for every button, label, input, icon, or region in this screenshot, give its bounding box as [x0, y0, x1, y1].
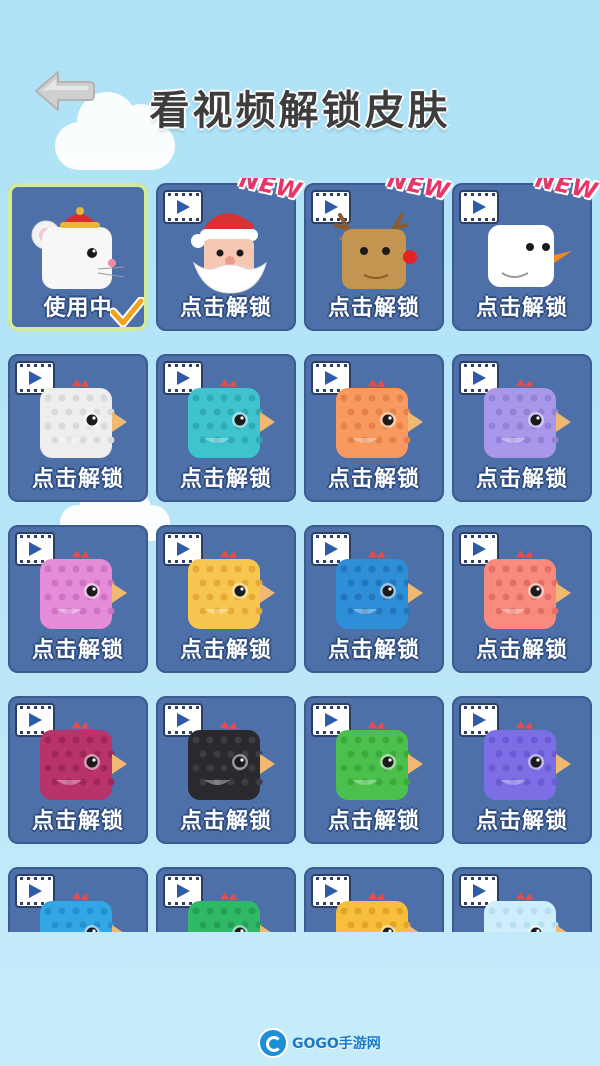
- unlock-label: 点击解锁: [31, 809, 124, 834]
- skin-preview-ice: [472, 889, 572, 932]
- skin-preview-teal: [176, 376, 276, 466]
- skin-preview-crimson: [28, 718, 128, 808]
- unlock-label: 点击解锁: [179, 809, 272, 834]
- new-badge: NEW: [236, 178, 305, 206]
- gogo-logo-icon: [258, 1028, 288, 1058]
- unlock-label: 点击解锁: [179, 296, 272, 321]
- skin-preview-blue: [324, 547, 424, 637]
- skin-grid: 使用中 点击解锁 NEW 点击解锁 NEW 点击解锁 NEW 点击解锁 点击解锁 点击解锁 点击解锁…: [8, 178, 600, 932]
- skin-preview-orange: [324, 376, 424, 466]
- checkmark-icon: [108, 296, 146, 328]
- unlock-label: 点击解锁: [31, 467, 124, 492]
- skin-card-salmon[interactable]: 点击解锁: [452, 525, 592, 673]
- skin-card-honey[interactable]: 点击解锁: [304, 867, 444, 932]
- skin-card-ice[interactable]: 点击解锁: [452, 867, 592, 932]
- unlock-label: 点击解锁: [475, 638, 568, 663]
- unlock-label: 点击解锁: [327, 809, 420, 834]
- skin-card-pink[interactable]: 点击解锁: [8, 525, 148, 673]
- skin-card-teal[interactable]: 点击解锁: [156, 354, 296, 502]
- unlock-label: 点击解锁: [475, 467, 568, 492]
- unlock-label: 点击解锁: [179, 638, 272, 663]
- skin-preview-black: [176, 718, 276, 808]
- skin-preview-honey: [324, 889, 424, 932]
- watermark: GOGO手游网: [258, 1028, 381, 1058]
- skin-grid-viewport[interactable]: 使用中 点击解锁 NEW 点击解锁 NEW 点击解锁 NEW 点击解锁 点击解锁 点击解锁 点击解锁…: [0, 178, 600, 932]
- skin-card-yellow[interactable]: 点击解锁: [156, 525, 296, 673]
- skin-preview-violet: [472, 718, 572, 808]
- skin-preview-skyblue: [28, 889, 128, 932]
- unlock-label: 点击解锁: [327, 467, 420, 492]
- skin-preview-reindeer: [324, 205, 424, 295]
- skin-preview-lavender: [472, 376, 572, 466]
- skin-card-reindeer[interactable]: 点击解锁 NEW: [304, 178, 452, 331]
- new-badge: NEW: [532, 178, 600, 206]
- skin-card-emerald[interactable]: 点击解锁: [156, 867, 296, 932]
- skin-preview-snowman: [472, 205, 572, 295]
- skin-card-snowman[interactable]: 点击解锁 NEW: [452, 178, 600, 331]
- unlock-label: 点击解锁: [475, 809, 568, 834]
- skin-card-lavender[interactable]: 点击解锁: [452, 354, 592, 502]
- skin-card-black[interactable]: 点击解锁: [156, 696, 296, 844]
- watermark-text: GOGO手游网: [292, 1036, 381, 1052]
- skin-preview-yellow: [176, 547, 276, 637]
- skin-preview-salmon: [472, 547, 572, 637]
- unlock-label: 点击解锁: [327, 296, 420, 321]
- unlock-label: 点击解锁: [327, 638, 420, 663]
- skin-card-santa[interactable]: 点击解锁 NEW: [156, 178, 304, 331]
- skin-card-skyblue[interactable]: 点击解锁: [8, 867, 148, 932]
- skin-card-blue[interactable]: 点击解锁: [304, 525, 444, 673]
- skin-preview-pink: [28, 547, 128, 637]
- skin-card-green[interactable]: 点击解锁: [304, 696, 444, 844]
- skin-preview-mouse: [28, 205, 128, 295]
- skin-preview-emerald: [176, 889, 276, 932]
- skin-card-orange[interactable]: 点击解锁: [304, 354, 444, 502]
- skin-card-white[interactable]: 点击解锁: [8, 354, 148, 502]
- skin-card-mouse[interactable]: 使用中: [8, 183, 148, 331]
- skin-card-violet[interactable]: 点击解锁: [452, 696, 592, 844]
- unlock-label: 点击解锁: [31, 638, 124, 663]
- skin-card-crimson[interactable]: 点击解锁: [8, 696, 148, 844]
- skin-preview-green: [324, 718, 424, 808]
- unlock-label: 点击解锁: [179, 467, 272, 492]
- unlock-label: 点击解锁: [475, 296, 568, 321]
- skin-preview-santa: [176, 205, 276, 295]
- page-title: 看视频解锁皮肤: [149, 88, 451, 134]
- skin-preview-white: [28, 376, 128, 466]
- new-badge: NEW: [384, 178, 453, 206]
